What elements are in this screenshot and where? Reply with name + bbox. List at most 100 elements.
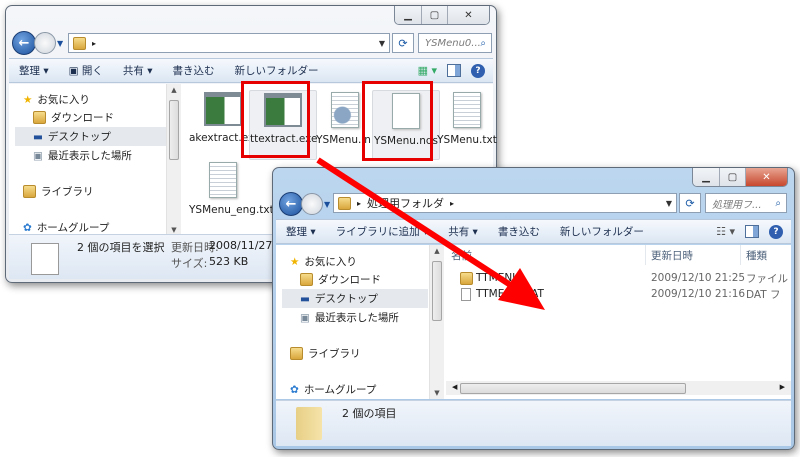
address-path[interactable]: 処理用フォルダ [367, 195, 444, 211]
search-placeholder: 処理用フ... [712, 199, 762, 211]
breadcrumb-chevron-icon[interactable]: ▸ [450, 199, 454, 208]
burn-button[interactable]: 書き込む [488, 224, 550, 239]
text-file-icon [209, 162, 237, 198]
address-bar[interactable]: ▸ 処理用フォルダ ▸ ▼ [333, 193, 677, 213]
exe-file-icon [204, 92, 242, 126]
nav-label: デスクトップ [47, 131, 111, 143]
file-modified: 2009/12/10 21:25 [651, 272, 746, 284]
caption-buttons: ▁ ▢ ✕ [692, 168, 788, 187]
column-header-type[interactable]: 種類 [741, 245, 800, 265]
share-button[interactable]: 共有 ▾ [438, 224, 488, 239]
nav-libraries[interactable]: ライブラリ [290, 346, 361, 361]
open-button[interactable]: ▣ 開く [59, 63, 113, 78]
view-options-icon[interactable]: ☷ ▾ [716, 225, 735, 238]
nav-scrollbar[interactable]: ▲ ▼ [166, 84, 181, 236]
nav-label: ライブラリ [308, 348, 361, 360]
add-to-library-button[interactable]: ライブラリに追加 ▾ [326, 224, 439, 239]
command-bar: 整理 ▾ ライブラリに追加 ▾ 共有 ▾ 書き込む 新しいフォルダー ☷ ▾ ? [276, 219, 791, 244]
forward-button[interactable] [34, 32, 56, 54]
refresh-button[interactable]: ⟳ [679, 193, 701, 213]
nav-label: デスクトップ [314, 293, 378, 305]
nav-scrollbar[interactable]: ▲ ▼ [429, 245, 444, 399]
column-label: 種類 [746, 249, 767, 262]
scroll-thumb[interactable] [169, 100, 179, 160]
details-view: 名前 更新日時 種類 TTMENU 2009/12/10 21:25 ファイル … [446, 245, 791, 399]
highlight-box-ttextract [241, 81, 310, 158]
address-bar[interactable]: ▸ ▼ [68, 33, 390, 53]
nav-label: 最近表示した場所 [47, 150, 132, 162]
burn-button[interactable]: 書き込む [162, 63, 224, 78]
file-row[interactable]: TTMENU.DAT 2009/12/10 21:16 DAT フ [446, 286, 791, 302]
back-button[interactable]: ← [279, 192, 303, 216]
file-item[interactable]: YSMenu_eng.txt [189, 162, 274, 218]
share-button[interactable]: 共有 ▾ [113, 63, 163, 78]
scroll-thumb[interactable] [432, 261, 442, 321]
nav-buttons: ← ▼ [12, 31, 63, 55]
nav-label: 最近表示した場所 [314, 312, 399, 324]
content-area: ★ お気に入り ダウンロード ▬ デスクトップ ▣ 最近表示した場所 ライブラリ ✿ ホ… [276, 245, 791, 399]
size-label: サイズ: [171, 257, 208, 270]
organize-button[interactable]: 整理 ▾ [276, 224, 326, 239]
column-header-modified[interactable]: 更新日時 [646, 245, 741, 265]
selection-count: 2 個の項目を選択 [77, 241, 165, 254]
column-header-name[interactable]: 名前 [446, 245, 646, 265]
homegroup-icon: ✿ [23, 221, 32, 234]
breadcrumb-chevron-icon[interactable]: ▸ [92, 39, 96, 48]
file-row[interactable]: TTMENU 2009/12/10 21:25 ファイル [446, 270, 791, 286]
nav-libraries[interactable]: ライブラリ [23, 184, 94, 199]
new-folder-button[interactable]: 新しいフォルダー [550, 224, 654, 239]
horizontal-scrollbar[interactable]: ◀ ▶ [446, 381, 791, 395]
address-dropdown-icon[interactable]: ▼ [666, 199, 672, 208]
nav-homegroup[interactable]: ✿ ホームグループ [290, 382, 376, 397]
caption-buttons: ▁ ▢ ✕ [394, 6, 490, 25]
maximize-button[interactable]: ▢ [421, 6, 447, 24]
search-placeholder: YSMenu0... [425, 37, 481, 49]
view-options-icon[interactable]: ▦ ▾ [418, 64, 437, 77]
scroll-thumb[interactable] [460, 383, 686, 394]
nav-downloads[interactable]: ダウンロード [300, 272, 381, 287]
size-value: 523 KB [209, 255, 249, 268]
preview-pane-icon[interactable] [745, 225, 759, 238]
column-label: 名前 [451, 249, 472, 262]
search-input[interactable]: YSMenu0... ⌕ [418, 33, 492, 53]
forward-button[interactable] [301, 193, 323, 215]
maximize-button[interactable]: ▢ [719, 168, 745, 186]
homegroup-icon: ✿ [290, 383, 299, 396]
address-dropdown-icon[interactable]: ▼ [379, 39, 385, 48]
preview-pane-icon[interactable] [447, 64, 461, 77]
star-icon: ★ [23, 93, 33, 106]
nav-desktop[interactable]: ▬ デスクトップ [15, 127, 167, 146]
organize-button[interactable]: 整理 ▾ [9, 63, 59, 78]
nav-recent-places[interactable]: ▣ 最近表示した場所 [33, 148, 132, 163]
search-input[interactable]: 処理用フ... ⌕ [705, 193, 787, 213]
search-icon: ⌕ [480, 37, 486, 49]
minimize-button[interactable]: ▁ [395, 6, 421, 24]
settings-file-icon [331, 92, 359, 128]
nav-label: ホームグループ [303, 384, 377, 396]
new-folder-button[interactable]: 新しいフォルダー [224, 63, 328, 78]
close-button[interactable]: ✕ [447, 6, 489, 24]
refresh-button[interactable]: ⟳ [392, 33, 414, 53]
nav-recent-places[interactable]: ▣ 最近表示した場所 [300, 310, 399, 325]
help-icon[interactable]: ? [769, 224, 783, 239]
nav-homegroup[interactable]: ✿ ホームグループ [23, 220, 109, 235]
selection-thumbnail-icon [31, 243, 59, 275]
nav-label: ホームグループ [36, 222, 110, 234]
close-button[interactable]: ✕ [745, 168, 787, 186]
recent-pages-dropdown[interactable]: ▼ [324, 200, 330, 209]
breadcrumb-chevron-icon[interactable]: ▸ [357, 199, 361, 208]
open-icon: ▣ [68, 65, 82, 77]
help-icon[interactable]: ? [471, 63, 485, 78]
file-icon [461, 287, 471, 301]
downloads-folder-icon [300, 273, 313, 286]
search-icon: ⌕ [775, 197, 781, 209]
recent-pages-dropdown[interactable]: ▼ [57, 39, 63, 48]
nav-favorites[interactable]: ★ お気に入り [23, 92, 90, 107]
minimize-button[interactable]: ▁ [693, 168, 719, 186]
desktop-icon: ▬ [33, 130, 43, 143]
file-item[interactable]: YSMenu.txt [433, 92, 501, 148]
nav-favorites[interactable]: ★ お気に入り [290, 254, 357, 269]
back-button[interactable]: ← [12, 31, 36, 55]
nav-desktop[interactable]: ▬ デスクトップ [282, 289, 428, 308]
nav-downloads[interactable]: ダウンロード [33, 110, 114, 125]
